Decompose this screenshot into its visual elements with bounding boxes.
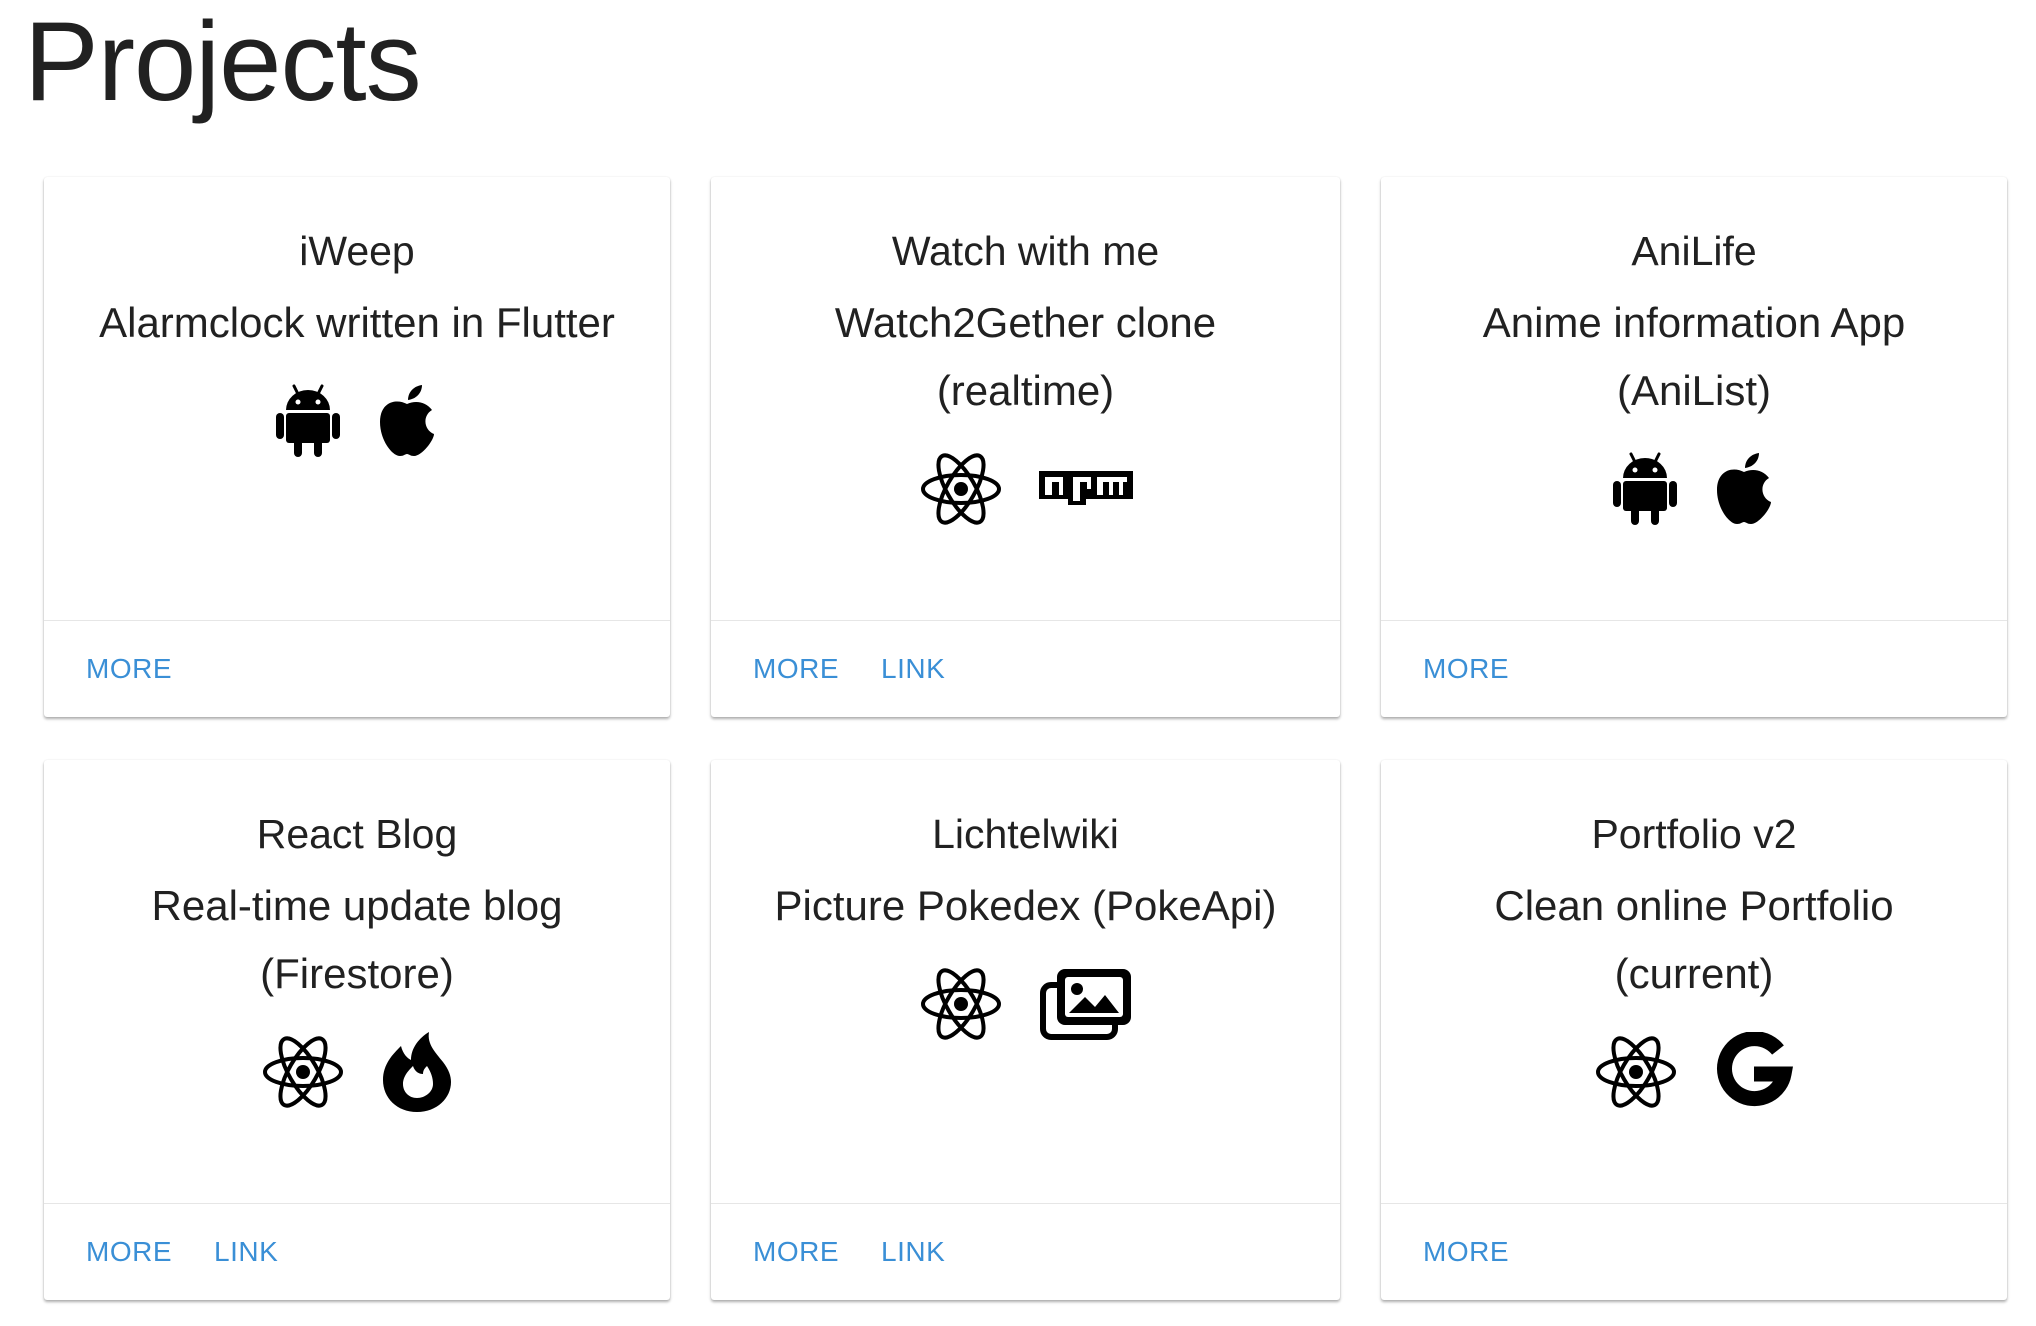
android-icon <box>276 384 340 458</box>
card-title: Watch with me <box>891 228 1160 274</box>
google-icon <box>1714 1032 1794 1112</box>
android-icon <box>1613 452 1677 526</box>
card-actions: MORE LINK <box>711 1203 1340 1300</box>
card-subtitle: Picture Pokedex (PokeApi) <box>774 882 1277 929</box>
card-body: React Blog Real-time update blog (Firest… <box>44 760 670 1204</box>
project-card-react-blog: React Blog Real-time update blog (Firest… <box>44 760 670 1300</box>
react-icon <box>919 966 1003 1042</box>
project-card-lichtelwiki: Lichtelwiki Picture Pokedex (PokeApi) MO… <box>711 760 1340 1300</box>
image-gallery-icon <box>1039 967 1133 1041</box>
more-button[interactable]: MORE <box>1423 1236 1509 1268</box>
project-card-watch-with-me: Watch with me Watch2Gether clone (realti… <box>711 177 1340 717</box>
card-actions: MORE <box>1381 620 2007 717</box>
more-button[interactable]: MORE <box>753 653 839 685</box>
card-actions: MORE LINK <box>711 620 1340 717</box>
card-actions: MORE LINK <box>44 1203 670 1300</box>
card-title: AniLife <box>1631 228 1757 274</box>
card-subtitle: Anime information App (AniList) <box>1482 299 1906 414</box>
react-icon <box>919 451 1003 527</box>
card-title: Portfolio v2 <box>1591 811 1797 857</box>
link-button[interactable]: LINK <box>881 1236 945 1268</box>
apple-icon <box>376 384 438 458</box>
card-body: Portfolio v2 Clean online Portfolio (cur… <box>1381 760 2007 1204</box>
card-subtitle: Clean online Portfolio (current) <box>1494 882 1894 997</box>
card-actions: MORE <box>44 620 670 717</box>
card-actions: MORE <box>1381 1203 2007 1300</box>
project-card-anilife: AniLife Anime information App (AniList) … <box>1381 177 2007 717</box>
apple-icon <box>1713 452 1775 526</box>
card-title: React Blog <box>256 811 458 857</box>
card-title: Lichtelwiki <box>932 811 1119 857</box>
card-subtitle: Real-time update blog (Firestore) <box>151 882 563 997</box>
tech-icons <box>84 1030 630 1114</box>
card-body: iWeep Alarmclock written in Flutter <box>44 177 670 621</box>
card-body: Watch with me Watch2Gether clone (realti… <box>711 177 1340 621</box>
card-title: iWeep <box>299 228 415 274</box>
tech-icons <box>84 379 630 463</box>
react-icon <box>1594 1034 1678 1110</box>
react-icon <box>261 1034 345 1110</box>
card-subtitle: Watch2Gether clone (realtime) <box>834 299 1217 414</box>
more-button[interactable]: MORE <box>1423 653 1509 685</box>
more-button[interactable]: MORE <box>86 1236 172 1268</box>
firebase-flame-icon <box>381 1032 453 1112</box>
link-button[interactable]: LINK <box>881 653 945 685</box>
card-body: AniLife Anime information App (AniList) <box>1381 177 2007 621</box>
tech-icons <box>751 962 1300 1046</box>
card-subtitle: Alarmclock written in Flutter <box>99 299 615 346</box>
tech-icons <box>751 447 1300 531</box>
page-title: Projects <box>24 0 422 124</box>
project-card-portfolio-v2: Portfolio v2 Clean online Portfolio (cur… <box>1381 760 2007 1300</box>
project-card-iweep: iWeep Alarmclock written in Flutter MORE <box>44 177 670 717</box>
tech-icons <box>1421 1030 1967 1114</box>
card-body: Lichtelwiki Picture Pokedex (PokeApi) <box>711 760 1340 1204</box>
projects-grid: iWeep Alarmclock written in Flutter MORE… <box>44 177 2007 1300</box>
npm-icon <box>1038 471 1133 507</box>
more-button[interactable]: MORE <box>86 653 172 685</box>
more-button[interactable]: MORE <box>753 1236 839 1268</box>
link-button[interactable]: LINK <box>214 1236 278 1268</box>
tech-icons <box>1421 447 1967 531</box>
